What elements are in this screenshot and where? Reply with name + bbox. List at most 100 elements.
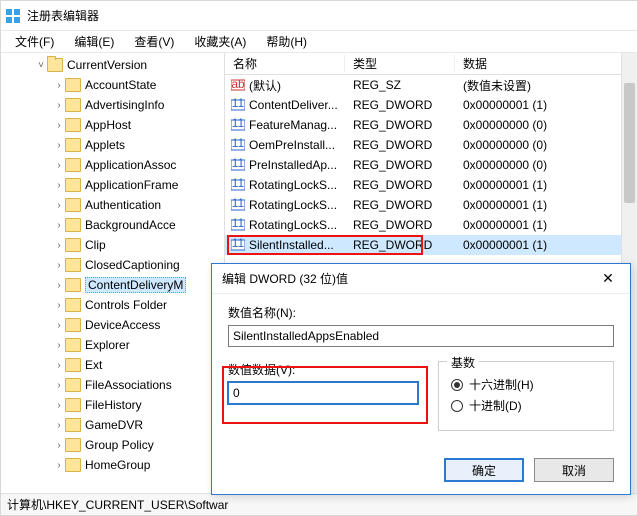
svg-text:0110: 0110 (231, 178, 245, 190)
value-row[interactable]: 0110OemPreInstall...REG_DWORD0x00000000 … (225, 135, 637, 155)
dialog-title: 编辑 DWORD (32 位)值 (222, 270, 348, 287)
menu-favorites[interactable]: 收藏夹(A) (184, 31, 256, 52)
value-row[interactable]: 0110SilentInstalled...REG_DWORD0x0000000… (225, 235, 637, 255)
chevron-right-icon[interactable]: › (53, 100, 65, 111)
tree-item-label: Group Policy (85, 438, 154, 452)
value-data: (数值未设置) (455, 77, 637, 94)
tree-item[interactable]: › Group Policy (1, 435, 224, 455)
cancel-button[interactable]: 取消 (534, 458, 614, 482)
tree-item[interactable]: › Explorer (1, 335, 224, 355)
chevron-right-icon[interactable]: › (53, 460, 65, 471)
tree-item-label: FileAssociations (85, 378, 172, 392)
value-data-field[interactable] (228, 382, 418, 404)
tree-item[interactable]: › Authentication (1, 195, 224, 215)
value-data: 0x00000001 (1) (455, 178, 637, 192)
chevron-right-icon[interactable]: › (53, 280, 65, 291)
value-data: 0x00000001 (1) (455, 98, 637, 112)
dialog-title-bar[interactable]: 编辑 DWORD (32 位)值 ✕ (212, 264, 630, 294)
value-row[interactable]: 0110RotatingLockS...REG_DWORD0x00000001 … (225, 195, 637, 215)
chevron-right-icon[interactable]: › (53, 420, 65, 431)
tree-item[interactable]: ›BackgroundAcce (1, 215, 224, 235)
radio-hex[interactable]: 十六进制(H) (451, 376, 601, 393)
value-data-label: 数值数据(V): (228, 361, 418, 378)
value-type: REG_SZ (345, 78, 455, 92)
value-row[interactable]: 0110ContentDeliver...REG_DWORD0x00000001… (225, 95, 637, 115)
value-row[interactable]: 0110PreInstalledAp...REG_DWORD0x00000000… (225, 155, 637, 175)
chevron-right-icon[interactable]: › (53, 240, 65, 251)
tree-item[interactable]: ›AccountState (1, 75, 224, 95)
tree-item[interactable]: › HomeGroup (1, 455, 224, 475)
tree-item[interactable]: ›GameDVR (1, 415, 224, 435)
value-name-field[interactable] (228, 325, 614, 347)
value-row[interactable]: 0110RotatingLockS...REG_DWORD0x00000001 … (225, 175, 637, 195)
chevron-right-icon[interactable]: › (53, 380, 65, 391)
value-data: 0x00000001 (1) (455, 218, 637, 232)
tree-item[interactable]: ›AppHost (1, 115, 224, 135)
svg-text:0110: 0110 (231, 238, 245, 250)
folder-icon (65, 138, 81, 152)
tree-view[interactable]: ˅CurrentVersion›AccountState›Advertising… (1, 53, 225, 493)
folder-icon (65, 318, 81, 332)
value-type: REG_DWORD (345, 138, 455, 152)
tree-item[interactable]: ›ContentDeliveryM (1, 275, 224, 295)
tree-item-label: HomeGroup (85, 458, 150, 472)
chevron-right-icon[interactable]: › (53, 160, 65, 171)
chevron-right-icon[interactable]: › (53, 120, 65, 131)
tree-item-label: Authentication (85, 198, 161, 212)
svg-text:0110: 0110 (231, 158, 245, 170)
tree-root[interactable]: ˅CurrentVersion (1, 55, 224, 75)
ok-button[interactable]: 确定 (444, 458, 524, 482)
folder-icon (65, 118, 81, 132)
tree-item[interactable]: ›Ext (1, 355, 224, 375)
chevron-right-icon[interactable]: › (53, 220, 65, 231)
tree-item[interactable]: ›Clip (1, 235, 224, 255)
value-type: REG_DWORD (345, 198, 455, 212)
folder-icon (65, 238, 81, 252)
chevron-right-icon[interactable]: › (53, 300, 65, 311)
menu-view[interactable]: 查看(V) (124, 31, 184, 52)
chevron-right-icon[interactable]: › (53, 360, 65, 371)
scrollbar-thumb[interactable] (624, 83, 635, 203)
chevron-right-icon[interactable]: › (53, 140, 65, 151)
value-name: OemPreInstall... (247, 138, 345, 152)
value-row[interactable]: ab(默认)REG_SZ(数值未设置) (225, 75, 637, 95)
tree-item-label: Explorer (85, 338, 130, 352)
tree-item[interactable]: ›ClosedCaptioning (1, 255, 224, 275)
chevron-right-icon[interactable]: › (53, 340, 65, 351)
tree-item[interactable]: › FileAssociations (1, 375, 224, 395)
chevron-right-icon[interactable]: › (53, 260, 65, 271)
tree-item[interactable]: ›FileHistory (1, 395, 224, 415)
tree-item[interactable]: › AdvertisingInfo (1, 95, 224, 115)
chevron-right-icon[interactable]: › (53, 320, 65, 331)
tree-item[interactable]: ›Controls Folder (1, 295, 224, 315)
radio-dec[interactable]: 十进制(D) (451, 397, 601, 414)
col-data[interactable]: 数据 (455, 55, 637, 72)
menu-edit[interactable]: 编辑(E) (64, 31, 124, 52)
tree-item[interactable]: ›DeviceAccess (1, 315, 224, 335)
chevron-right-icon[interactable]: › (53, 80, 65, 91)
value-row[interactable]: 0110FeatureManag...REG_DWORD0x00000000 (… (225, 115, 637, 135)
chevron-right-icon[interactable]: › (53, 400, 65, 411)
chevron-right-icon[interactable]: › (53, 180, 65, 191)
svg-text:0110: 0110 (231, 98, 245, 110)
tree-item-label: AdvertisingInfo (85, 98, 164, 112)
menu-file[interactable]: 文件(F) (5, 31, 64, 52)
chevron-right-icon[interactable]: › (53, 440, 65, 451)
chevron-down-icon[interactable]: ˅ (35, 60, 47, 71)
chevron-right-icon[interactable]: › (53, 200, 65, 211)
close-icon[interactable]: ✕ (594, 268, 622, 290)
value-data: 0x00000001 (1) (455, 238, 637, 252)
tree-item[interactable]: ›ApplicationAssoc (1, 155, 224, 175)
folder-icon (65, 338, 81, 352)
tree-item-label: Applets (85, 138, 125, 152)
tree-item[interactable]: › Applets (1, 135, 224, 155)
menu-help[interactable]: 帮助(H) (256, 31, 317, 52)
col-name[interactable]: 名称 (225, 55, 345, 72)
value-type: REG_DWORD (345, 178, 455, 192)
col-type[interactable]: 类型 (345, 55, 455, 72)
value-data: 0x00000000 (0) (455, 158, 637, 172)
tree-item[interactable]: ›ApplicationFrame (1, 175, 224, 195)
folder-icon (65, 418, 81, 432)
base-group: 基数 十六进制(H) 十进制(D) (438, 361, 614, 431)
value-row[interactable]: 0110RotatingLockS...REG_DWORD0x00000001 … (225, 215, 637, 235)
